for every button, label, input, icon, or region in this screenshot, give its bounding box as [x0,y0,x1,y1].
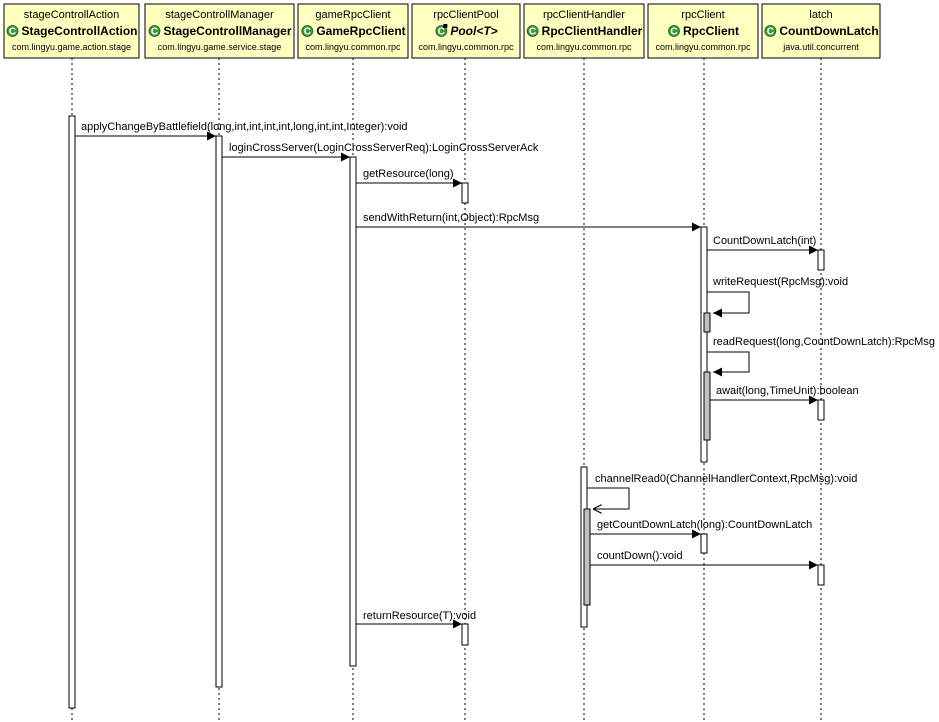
participant-variable: rpcClient [681,9,724,21]
participant-stage-controll-manager: stageControllManager StageControllManager… [144,3,295,59]
activation-bar-rpc-client-pool [461,182,469,204]
participant-variable: rpcClientHandler [543,9,625,21]
message-label: await(long,TimeUnit):boolean [716,385,859,397]
participant-variable: gameRpcClient [315,9,390,21]
message-arrow [707,351,750,377]
svg-text:C: C [529,27,536,38]
message-arrow [707,291,750,318]
activation-bar-rpc-client-pool [461,623,469,646]
message-label: getCountDownLatch(long):CountDownLatch [597,519,812,531]
svg-text:C: C [151,27,158,38]
activation-bar-rpc-client-handler [583,508,591,606]
message-arrow [587,487,630,509]
message-label: countDown():void [597,550,683,562]
participant-type: GameRpcClient [316,24,405,38]
message-label: channelRead0(ChannelHandlerContext,RpcMs… [595,473,857,485]
message-return-resource: returnResource(T):void [356,610,476,629]
participant-variable: stageControllManager [165,9,274,21]
participant-rpc-client-handler: rpcClientHandler RpcClientHandler Ccom.lin… [523,3,645,59]
message-label: applyChangeByBattlefield(long,int,int,in… [81,121,408,133]
message-get-resource: getResource(long) [356,168,462,188]
svg-text:C: C [670,27,677,38]
activation-bar-latch [817,399,825,421]
message-channel-read0: channelRead0(ChannelHandlerContext,RpcMs… [587,473,857,509]
sequence-diagram: applyChangeByBattlefield(long,int,int,in… [3,3,935,722]
message-label: sendWithReturn(int,Object):RpcMsg [363,212,539,224]
svg-text:C: C [438,27,445,38]
participant-package: com.lingyu.game.action.stage [12,42,131,52]
activation-bar-game-rpc-client [349,156,357,667]
svg-text:C: C [304,27,311,38]
message-login-cross-server: loginCrossServer(LoginCrossServerReq):Lo… [222,142,539,162]
participant-rpc-client-pool: rpcClientPool Pool<T> Ccom.lingyu.common.r… [411,3,521,59]
message-count-down-latch: CountDownLatch(int) [707,235,818,255]
participant-variable: stageControllAction [24,9,119,21]
participant-package: com.lingyu.common.rpc [655,42,751,52]
participant-type: RpcClientHandler [542,24,643,38]
participant-package: java.util.concurrent [782,42,859,52]
svg-text:C: C [9,27,16,38]
participant-type: StageControllManager [163,24,291,38]
message-label: readRequest(long,CountDownLatch):RpcMsg [713,336,935,348]
message-label: writeRequest(RpcMsg):void [712,276,848,288]
activation-bar-latch [817,564,825,586]
activation-bar-latch [817,249,825,271]
message-write-request: writeRequest(RpcMsg):void [707,276,848,318]
message-apply-change-by-battlefield: applyChangeByBattlefield(long,int,int,in… [75,121,408,141]
message-label: loginCrossServer(LoginCrossServerReq):Lo… [229,142,539,154]
activation-bar-rpc-client [700,533,708,554]
participant-variable: latch [809,9,832,21]
participant-variable: rpcClientPool [433,9,498,21]
participant-type: Pool<T> [450,24,497,38]
message-label: CountDownLatch(int) [713,235,816,247]
participant-package: com.lingyu.common.rpc [418,42,514,52]
participant-type: StageControllAction [22,24,138,38]
message-label: getResource(long) [363,168,454,180]
activation-bar-stage-controll-manager [215,135,223,688]
participant-latch: latch CountDownLatch Cjava.util.concurrent [761,3,881,59]
participant-rpc-client: rpcClient RpcClient Ccom.lingyu.common.rpc [647,3,759,59]
message-send-with-return: sendWithReturn(int,Object):RpcMsg [356,212,701,232]
message-get-count-down-latch: getCountDownLatch(long):CountDownLatch [590,519,812,539]
participant-package: com.lingyu.game.service.stage [158,42,282,52]
svg-text:C: C [767,27,774,38]
participant-type: RpcClient [683,24,739,38]
activation-bar-rpc-client [703,371,711,441]
participant-package: com.lingyu.common.rpc [305,42,401,52]
participant-package: com.lingyu.common.rpc [536,42,632,52]
activation-bar-stage-controll-action [68,115,76,709]
message-label: returnResource(T):void [363,610,476,622]
message-await: await(long,TimeUnit):boolean [710,385,859,405]
participant-type: CountDownLatch [779,24,878,38]
participant-game-rpc-client: gameRpcClient GameRpcClient Ccom.lingyu.co… [297,3,409,59]
participant-stage-controll-action: stageControllAction StageControllAction Cc… [3,3,140,59]
activation-bar-rpc-client [703,312,711,333]
